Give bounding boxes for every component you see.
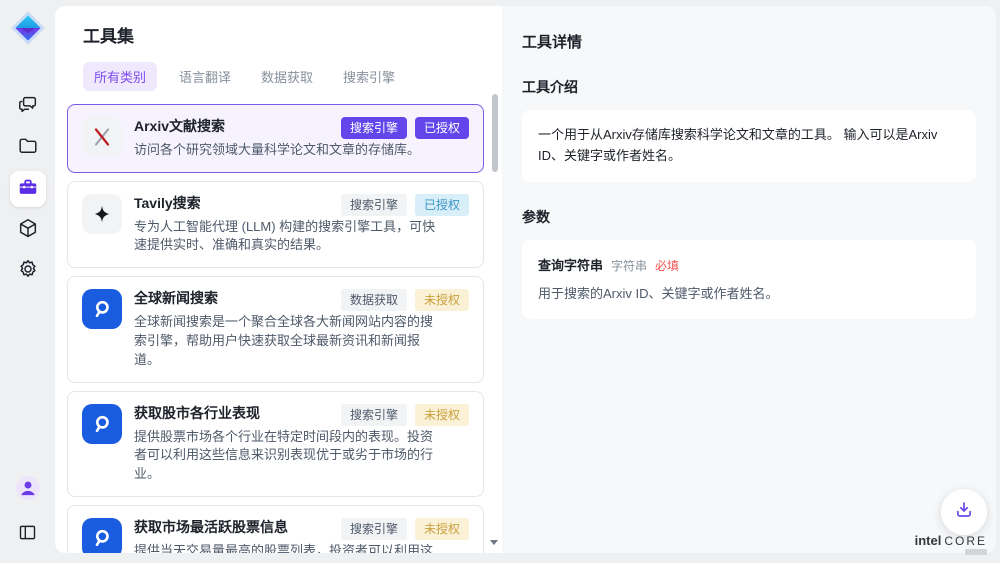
tool-icon-tile [82, 518, 122, 553]
detail-panel: 工具详情 工具介绍 一个用于从Arxiv存储库搜索科学论文和文章的工具。 输入可… [502, 6, 996, 553]
sparkle-icon [91, 203, 113, 225]
params-heading: 参数 [522, 207, 976, 227]
tool-description: 专为人工智能代理 (LLM) 构建的搜索引擎工具，可快速提供实时、准确和真实的结… [134, 218, 440, 256]
news-search-icon [90, 526, 114, 550]
sidebar-item-plugins[interactable] [10, 212, 46, 248]
detail-title: 工具详情 [522, 31, 976, 52]
tool-description: 全球新闻搜索是一个聚合全球各大新闻网站内容的搜索引擎，帮助用户快速获取全球最新资… [134, 313, 440, 370]
app-logo [9, 9, 47, 47]
sidebar-item-settings[interactable] [10, 253, 46, 289]
tool-card[interactable]: 获取市场最活跃股票信息 提供当天交易量最高的股票列表，投资者可以利用这些信息来识… [67, 505, 484, 553]
tool-icon-tile [82, 194, 122, 234]
sidebar-nav [10, 89, 46, 289]
tool-icon-tile [82, 404, 122, 444]
download-button[interactable] [941, 489, 987, 535]
news-search-icon [90, 297, 114, 321]
tools-panel: 工具集 所有类别语言翻译数据获取搜索引擎 [55, 6, 502, 553]
toolbox-icon [17, 176, 39, 203]
param-description: 用于搜索的Arxiv ID、关键字或作者姓名。 [538, 284, 960, 305]
sidebar-bottom [10, 472, 46, 553]
param-type: 字符串 [611, 257, 647, 274]
tool-description: 提供股票市场各个行业在特定时间段内的表现。投资者可以利用这些信息来识别表现优于或… [134, 428, 440, 485]
tool-card[interactable]: Tavily搜索 专为人工智能代理 (LLM) 构建的搜索引擎工具，可快速提供实… [67, 181, 484, 269]
status-badge: 未授权 [415, 289, 469, 311]
category-badge: 搜索引擎 [341, 194, 407, 216]
intro-text: 一个用于从Arxiv存储库搜索科学论文和文章的工具。 输入可以是Arxiv ID… [538, 125, 960, 167]
tool-description: 访问各个研究领域大量科学论文和文章的存储库。 [134, 141, 440, 160]
category-badge: 搜索引擎 [341, 518, 407, 540]
tool-card[interactable]: Arxiv文献搜索 访问各个研究领域大量科学论文和文章的存储库。 搜索引擎 已授… [67, 104, 484, 173]
collapse-sidebar-button[interactable] [10, 517, 46, 553]
category-badge: 数据获取 [341, 289, 407, 311]
scroll-down-arrow-icon[interactable] [490, 540, 498, 545]
chat-icon [17, 94, 39, 121]
category-badge: 搜索引擎 [341, 117, 407, 139]
page-title: 工具集 [83, 22, 474, 47]
tool-card[interactable]: 全球新闻搜索 全球新闻搜索是一个聚合全球各大新闻网站内容的搜索引擎，帮助用户快速… [67, 276, 484, 382]
param-required-flag: 必填 [655, 257, 679, 274]
param-name: 查询字符串 [538, 255, 603, 274]
tool-icon-tile [82, 117, 122, 157]
news-search-icon [90, 412, 114, 436]
user-avatar[interactable] [10, 472, 46, 508]
download-icon [953, 499, 975, 526]
scrollbar[interactable] [490, 94, 499, 545]
intel-wordmark: intel [915, 533, 942, 548]
tool-list: Arxiv文献搜索 访问各个研究领域大量科学论文和文章的存储库。 搜索引擎 已授… [55, 104, 502, 553]
arxiv-icon [90, 125, 114, 149]
category-tab[interactable]: 搜索引擎 [335, 62, 403, 91]
sidebar [0, 0, 55, 563]
status-badge: 已授权 [415, 117, 469, 139]
category-tab[interactable]: 数据获取 [253, 62, 321, 91]
param-box: 查询字符串 字符串 必填 用于搜索的Arxiv ID、关键字或作者姓名。 [522, 240, 976, 320]
avatar-icon [15, 475, 41, 506]
tool-icon-tile [82, 289, 122, 329]
tool-description: 提供当天交易量最高的股票列表，投资者可以利用这些信息来识别流动性强的股票和潜在的… [134, 542, 440, 553]
category-badge: 搜索引擎 [341, 404, 407, 426]
status-badge: 未授权 [415, 404, 469, 426]
diamond-logo-icon [9, 9, 47, 47]
sidebar-item-tools[interactable] [10, 171, 46, 207]
status-badge: 已授权 [415, 194, 469, 216]
intro-heading: 工具介绍 [522, 77, 976, 97]
sidebar-item-files[interactable] [10, 130, 46, 166]
intel-core-badge [965, 549, 987, 555]
main-area: 工具集 所有类别语言翻译数据获取搜索引擎 [55, 6, 996, 553]
sidebar-item-chat[interactable] [10, 89, 46, 125]
category-tabs: 所有类别语言翻译数据获取搜索引擎 [83, 62, 474, 91]
collapse-panel-icon [17, 522, 38, 548]
category-tab[interactable]: 所有类别 [83, 62, 157, 91]
core-wordmark: core [944, 534, 987, 548]
category-tab[interactable]: 语言翻译 [171, 62, 239, 91]
cube-icon [17, 217, 39, 244]
settings-icon [17, 258, 39, 285]
folder-icon [17, 135, 39, 162]
status-badge: 未授权 [415, 518, 469, 540]
intel-core-logo: intel core [915, 533, 987, 555]
param-header: 查询字符串 字符串 必填 [538, 255, 960, 274]
scrollbar-thumb[interactable] [492, 94, 498, 172]
intro-box: 一个用于从Arxiv存储库搜索科学论文和文章的工具。 输入可以是Arxiv ID… [522, 110, 976, 182]
tool-card[interactable]: 获取股市各行业表现 提供股票市场各个行业在特定时间段内的表现。投资者可以利用这些… [67, 391, 484, 497]
